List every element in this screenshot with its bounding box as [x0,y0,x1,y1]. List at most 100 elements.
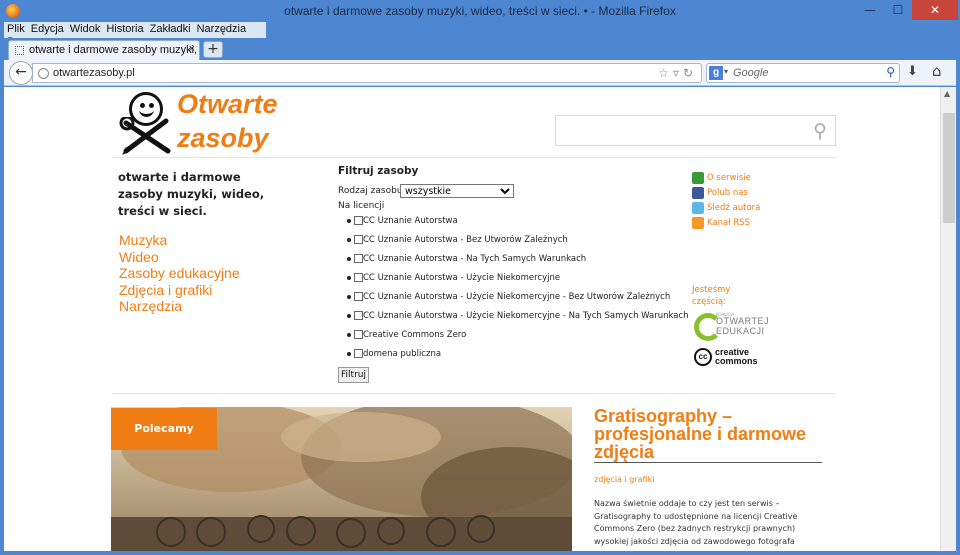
page-favicon-icon [15,46,24,55]
search-placeholder[interactable]: Google [733,67,768,79]
search-icon[interactable]: ⚲ [886,65,895,79]
logo-tools-icon [119,117,171,155]
navigation-toolbar: otwartezasoby.pl ☆▿↻ ← g ▾ Google ⚲ ⬇ ⌂ [4,60,956,86]
search-icon[interactable]: ⚲ [813,120,827,142]
title-bar: otwarte i darmowe zasoby muzyki, wideo, … [0,0,960,22]
license-item: CC Uznanie Autorstwa - Użycie Niekomercy… [347,292,670,302]
search-engine-icon[interactable]: g [709,66,723,80]
license-checkbox[interactable] [354,273,363,282]
license-checkbox[interactable] [354,292,363,301]
license-label-text[interactable]: CC Uznanie Autorstwa - Użycie Niekomercy… [363,292,670,302]
article-category[interactable]: zdjęcia i grafiki [594,475,654,484]
koalicja-line-1: OTWARTEJ [716,316,769,326]
back-button[interactable]: ← [9,61,33,85]
creative-commons-logo[interactable]: cc creative commons [694,348,774,366]
category-link-wideo[interactable]: Wideo [119,249,240,266]
license-item: CC Uznanie Autorstwa [347,216,458,226]
menu-zakladki[interactable]: Zakładki [147,22,194,35]
cc-mark: cc [694,348,712,366]
tab-close-icon[interactable]: × [189,43,195,55]
browser-window: otwarte i darmowe zasoby muzyki, wideo, … [0,0,960,555]
social-links: O serwisie Polub nas Śledź autora Kanał … [692,171,760,231]
dropdown-arrow-icon[interactable]: ▿ [673,66,683,80]
resource-type-select[interactable]: wszystkie [400,184,514,198]
menu-bar: Plik Edycja Widok Historia Zakładki Narzędzia… [4,22,266,48]
home-icon[interactable]: ⌂ [932,62,942,80]
search-engine-dropdown-icon[interactable]: ▾ [724,67,728,76]
license-label-text[interactable]: CC Uznanie Autorstwa - Bez Utworów Zależ… [363,235,568,245]
back-arrow-icon: ← [15,64,27,80]
koalicja-line-2: EDUKACJI [716,326,765,336]
close-window-button[interactable]: ✕ [912,0,958,20]
resource-type-label: Rodzaj zasobu [338,186,403,196]
filter-title: Filtruj zasoby [338,165,419,177]
twitter-icon [692,202,704,214]
license-label: Na licencji [338,201,385,211]
recommended-badge: Polecamy [111,408,217,450]
logo-line-1: Otwarte [177,89,278,119]
license-checkbox[interactable] [354,311,363,320]
category-link-zdjecia-i-grafiki[interactable]: Zdjęcia i grafiki [119,282,240,299]
category-link-narzedzia[interactable]: Narzędzia [119,298,240,315]
site-logo[interactable]: Otwarte zasoby [177,87,278,155]
license-checkbox[interactable] [354,235,363,244]
downloads-icon[interactable]: ⬇ [907,64,918,79]
search-bar[interactable]: g ▾ Google ⚲ [706,63,900,83]
license-label-text[interactable]: domena publiczna [363,349,441,359]
address-bar[interactable]: otwartezasoby.pl ☆▿↻ [32,63,702,83]
license-checkbox[interactable] [354,330,363,339]
link-kanal-rss[interactable]: Kanał RSS [692,216,760,231]
license-item: CC Uznanie Autorstwa - Użycie Niekomercy… [347,311,689,321]
article-excerpt: Nazwa świetnie oddaje to czy jest ten se… [594,499,798,546]
smiley-icon [692,172,704,184]
menu-plik[interactable]: Plik [4,22,28,35]
page-viewport: Otwarte zasoby ⚲ otwarte i darmowe zasob… [4,87,940,551]
license-item: domena publiczna [347,349,441,359]
member-heading-line-1: Jesteśmy [692,285,731,295]
license-item: Creative Commons Zero [347,330,466,340]
koalicja-otwartej-edukacji-logo[interactable]: KOALICJA OTWARTEJ EDUKACJI [694,312,769,344]
category-link-muzyka[interactable]: Muzyka [119,232,240,249]
article-title[interactable]: Gratisography – profesjonalne i darmowe … [594,407,824,461]
license-checkbox[interactable] [354,254,363,263]
menu-widok[interactable]: Widok [67,22,104,35]
license-checkbox[interactable] [354,216,363,225]
reload-icon[interactable]: ↻ [683,66,697,80]
divider [112,393,836,394]
scrollbar-thumb[interactable] [943,113,955,223]
vertical-scrollbar[interactable]: ▲ [940,87,956,551]
link-sledz-autora[interactable]: Śledź autora [692,201,760,216]
site-search-input[interactable]: ⚲ [555,115,836,146]
license-item: CC Uznanie Autorstwa - Na Tych Samych Wa… [347,254,586,264]
license-label-text[interactable]: CC Uznanie Autorstwa - Na Tych Samych Wa… [363,254,586,264]
article-rule [594,462,822,463]
divider [112,157,836,158]
globe-icon [38,68,49,79]
bookmark-star-icon[interactable]: ☆ [658,66,673,80]
tab-label: otwarte i darmowe zasoby muzyki, wide... [29,44,199,56]
category-link-zasoby-edukacyjne[interactable]: Zasoby edukacyjne [119,265,240,282]
maximize-button[interactable]: ☐ [884,0,912,20]
tab-strip: otwarte i darmowe zasoby muzyki, wide...… [4,38,956,60]
menu-narzedzia[interactable]: Narzędzia [194,22,250,35]
menu-edycja[interactable]: Edycja [28,22,67,35]
license-label-text[interactable]: CC Uznanie Autorstwa - Użycie Niekomercy… [363,311,689,321]
tab-active[interactable]: otwarte i darmowe zasoby muzyki, wide...… [8,40,200,60]
member-heading-line-2: częścią: [692,297,726,307]
new-tab-button[interactable]: + [203,41,223,58]
license-label-text[interactable]: Creative Commons Zero [363,330,466,340]
menu-historia[interactable]: Historia [103,22,146,35]
license-label-text[interactable]: CC Uznanie Autorstwa [363,216,458,226]
category-nav: Muzyka Wideo Zasoby edukacyjne Zdjęcia i… [119,232,240,315]
url-text[interactable]: otwartezasoby.pl [53,67,135,79]
filter-form: Filtruj zasoby Rodzaj zasobu wszystkie N… [338,165,689,383]
member-heading: Jesteśmy częścią: [692,284,730,308]
scroll-up-icon[interactable]: ▲ [944,89,950,98]
license-label-text[interactable]: CC Uznanie Autorstwa - Użycie Niekomercy… [363,273,560,283]
minimize-button[interactable]: — [856,0,884,20]
link-o-serwisie[interactable]: O serwisie [692,171,760,186]
filter-submit-button[interactable]: Filtruj [338,367,369,383]
license-checkbox[interactable] [354,349,363,358]
link-polub-nas[interactable]: Polub nas [692,186,760,201]
window-title: otwarte i darmowe zasoby muzyki, wideo, … [284,4,676,18]
